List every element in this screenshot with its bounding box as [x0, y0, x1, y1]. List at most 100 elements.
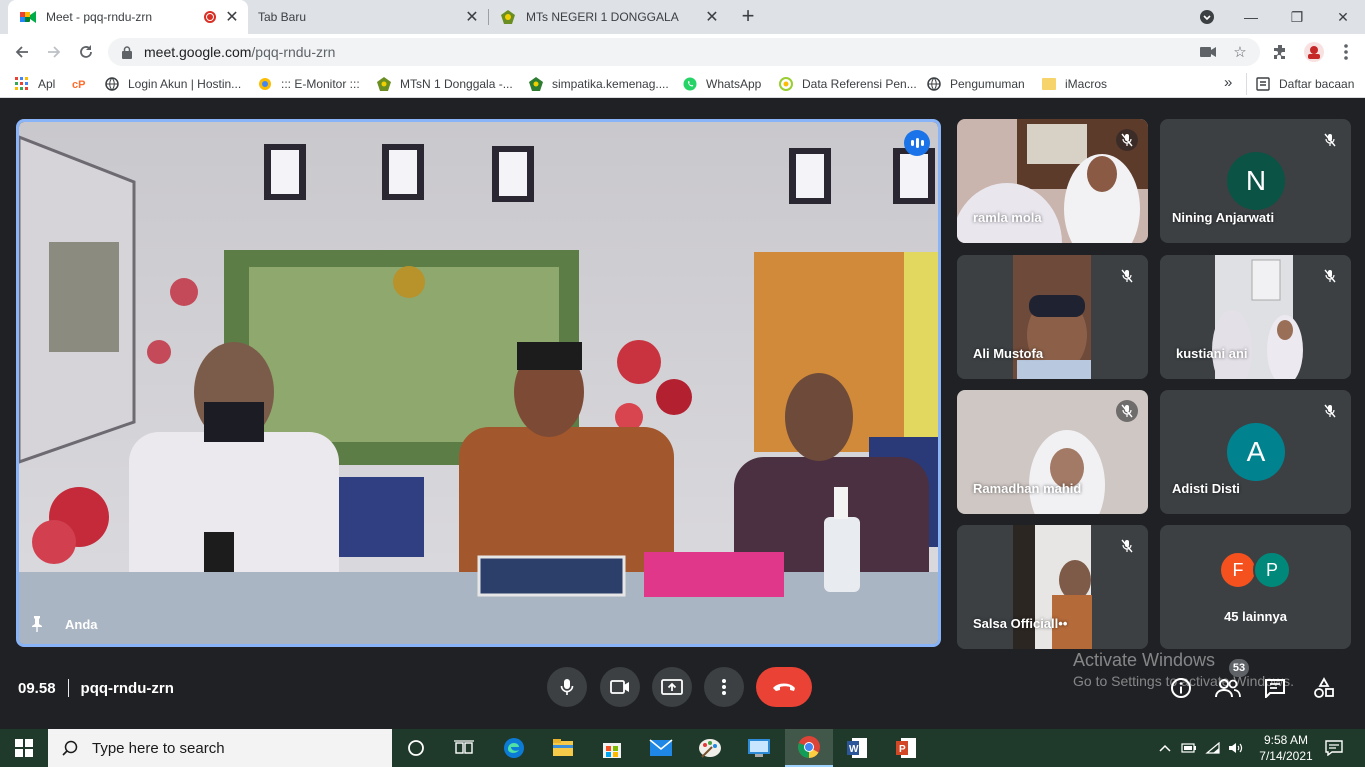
edge-icon [504, 738, 524, 758]
tab-new[interactable]: Tab Baru ✕ [248, 0, 488, 34]
camera-in-use-icon[interactable] [1198, 42, 1218, 62]
bookmark-login-akun[interactable]: Login Akun | Hostin... [104, 76, 241, 92]
bookmark-label: Pengumuman [950, 77, 1025, 91]
participant-name: Nining Anjarwati [1172, 210, 1275, 225]
apps-grid-icon [14, 76, 30, 92]
globe-icon [926, 76, 942, 92]
bookmark-cpanel[interactable]: cP [72, 76, 96, 92]
taskbar-clock[interactable]: 9:58 AM 7/14/2021 [1250, 732, 1322, 764]
meeting-details-icon[interactable] [1168, 675, 1194, 701]
more-options-button[interactable] [704, 667, 744, 707]
address-bar[interactable]: meet.google.com/pqq-rndu-zrn [108, 38, 1260, 66]
mail-app[interactable] [637, 729, 685, 767]
monitor-icon [748, 739, 770, 757]
tab-mtsn[interactable]: MTs NEGERI 1 DONGGALA ✕ [488, 0, 728, 34]
bookmark-imacros[interactable]: iMacros [1041, 76, 1107, 92]
edge-app[interactable] [490, 729, 538, 767]
participant-tile-adisti[interactable]: A Adisti Disti [1160, 390, 1351, 514]
bookmark-apps[interactable]: Apl [14, 76, 55, 92]
participant-tile-more[interactable]: F P 45 lainnya [1160, 525, 1351, 649]
store-app[interactable] [588, 729, 636, 767]
bookmark-simpatika[interactable]: simpatika.kemenag.... [528, 76, 669, 92]
forward-button[interactable] [42, 40, 66, 64]
minimize-button[interactable]: — [1228, 0, 1274, 34]
mic-off-icon [1319, 129, 1341, 151]
activities-icon[interactable] [1311, 675, 1337, 701]
bookmarks-divider [1246, 73, 1247, 95]
extensions-icon[interactable] [1270, 42, 1290, 62]
paint-app[interactable] [686, 729, 734, 767]
leave-call-button[interactable] [756, 667, 812, 707]
chrome-app[interactable] [785, 729, 833, 767]
avatar: A [1227, 423, 1285, 481]
battery-icon[interactable] [1179, 729, 1199, 767]
participant-tile-nining[interactable]: N Nining Anjarwati [1160, 119, 1351, 243]
bookmark-pengumuman[interactable]: Pengumuman [926, 76, 1025, 92]
people-count-badge: 53 [1229, 659, 1249, 677]
restore-button[interactable]: ❐ [1274, 0, 1320, 34]
task-view-button[interactable] [440, 729, 488, 767]
volume-icon[interactable] [1226, 729, 1246, 767]
bookmark-label: Apl [38, 77, 56, 91]
main-video-tile[interactable]: Anda [16, 119, 941, 647]
tab-meet[interactable]: Meet - pqq-rndu-zrn ✕ [8, 0, 248, 34]
tab-close-icon[interactable]: ✕ [224, 7, 240, 27]
tab-title: MTs NEGERI 1 DONGGALA [526, 10, 679, 24]
participant-tile-kustiani[interactable]: kustiani ani [1160, 255, 1351, 379]
participant-tile-salsa[interactable]: Salsa Officiall•• [957, 525, 1148, 649]
close-window-button[interactable]: ✕ [1320, 0, 1365, 34]
new-tab-button[interactable]: + [737, 5, 759, 27]
hang-up-icon [773, 683, 795, 691]
notifications-icon[interactable] [1322, 729, 1346, 767]
divider [67, 679, 69, 697]
cortana-button[interactable] [392, 729, 440, 767]
chrome-icon [798, 736, 820, 758]
avatar: N [1227, 152, 1285, 210]
reload-button[interactable] [74, 40, 98, 64]
bookmark-star-icon[interactable]: ☆ [1230, 42, 1250, 62]
store-icon [603, 743, 621, 758]
participant-tile-ramla[interactable]: ramla mola [957, 119, 1148, 243]
participant-tile-ramadhan[interactable]: Ramadhan mahid [957, 390, 1148, 514]
bookmark-data-referensi[interactable]: Data Referensi Pen... [778, 76, 917, 92]
bookmark-emonitor[interactable]: ::: E-Monitor ::: [257, 76, 360, 92]
tab-search-icon[interactable] [1184, 0, 1230, 34]
chat-icon[interactable] [1262, 675, 1288, 701]
meeting-code[interactable]: pqq-rndu-zrn [81, 680, 174, 697]
pin-icon[interactable] [27, 616, 47, 632]
whatsapp-icon [682, 76, 698, 92]
back-button[interactable] [10, 40, 34, 64]
powerpoint-app[interactable]: P [882, 729, 930, 767]
bookmark-label: MTsN 1 Donggala -... [400, 77, 513, 91]
file-explorer-app[interactable] [539, 729, 587, 767]
camera-button[interactable] [600, 667, 640, 707]
participant-tile-ali[interactable]: Ali Mustofa [957, 255, 1148, 379]
tray-overflow-icon[interactable] [1155, 729, 1175, 767]
microphone-button[interactable] [547, 667, 587, 707]
reading-list-button[interactable]: Daftar bacaan [1255, 76, 1354, 92]
mic-off-icon [1116, 535, 1138, 557]
bookmark-label: Data Referensi Pen... [802, 77, 917, 91]
avatar: F [1219, 551, 1257, 589]
tab-close-icon[interactable]: ✕ [464, 7, 480, 27]
word-app[interactable]: W [833, 729, 881, 767]
present-screen-button[interactable] [652, 667, 692, 707]
monitor-app[interactable] [735, 729, 783, 767]
main-tile-name: Anda [27, 616, 98, 632]
bookmark-mtsn-donggala[interactable]: MTsN 1 Donggala -... [376, 76, 513, 92]
taskbar-search-box[interactable]: Type here to search [48, 729, 392, 767]
google-meet-icon [20, 9, 36, 25]
cortana-icon [408, 740, 424, 756]
search-placeholder: Type here to search [92, 739, 225, 757]
browser-tab-strip: Meet - pqq-rndu-zrn ✕ Tab Baru ✕ MTs NEG… [0, 0, 1365, 34]
bookmarks-overflow-button[interactable]: » [1224, 74, 1232, 91]
bookmark-whatsapp[interactable]: WhatsApp [682, 76, 761, 92]
tab-close-icon[interactable]: ✕ [704, 7, 720, 27]
people-icon[interactable] [1215, 675, 1241, 701]
profile-avatar[interactable] [1302, 40, 1326, 64]
avatar: P [1253, 551, 1291, 589]
chrome-menu-icon[interactable] [1336, 42, 1356, 62]
start-button[interactable] [0, 729, 48, 767]
mic-off-icon [1319, 400, 1341, 422]
wifi-icon[interactable] [1203, 729, 1223, 767]
